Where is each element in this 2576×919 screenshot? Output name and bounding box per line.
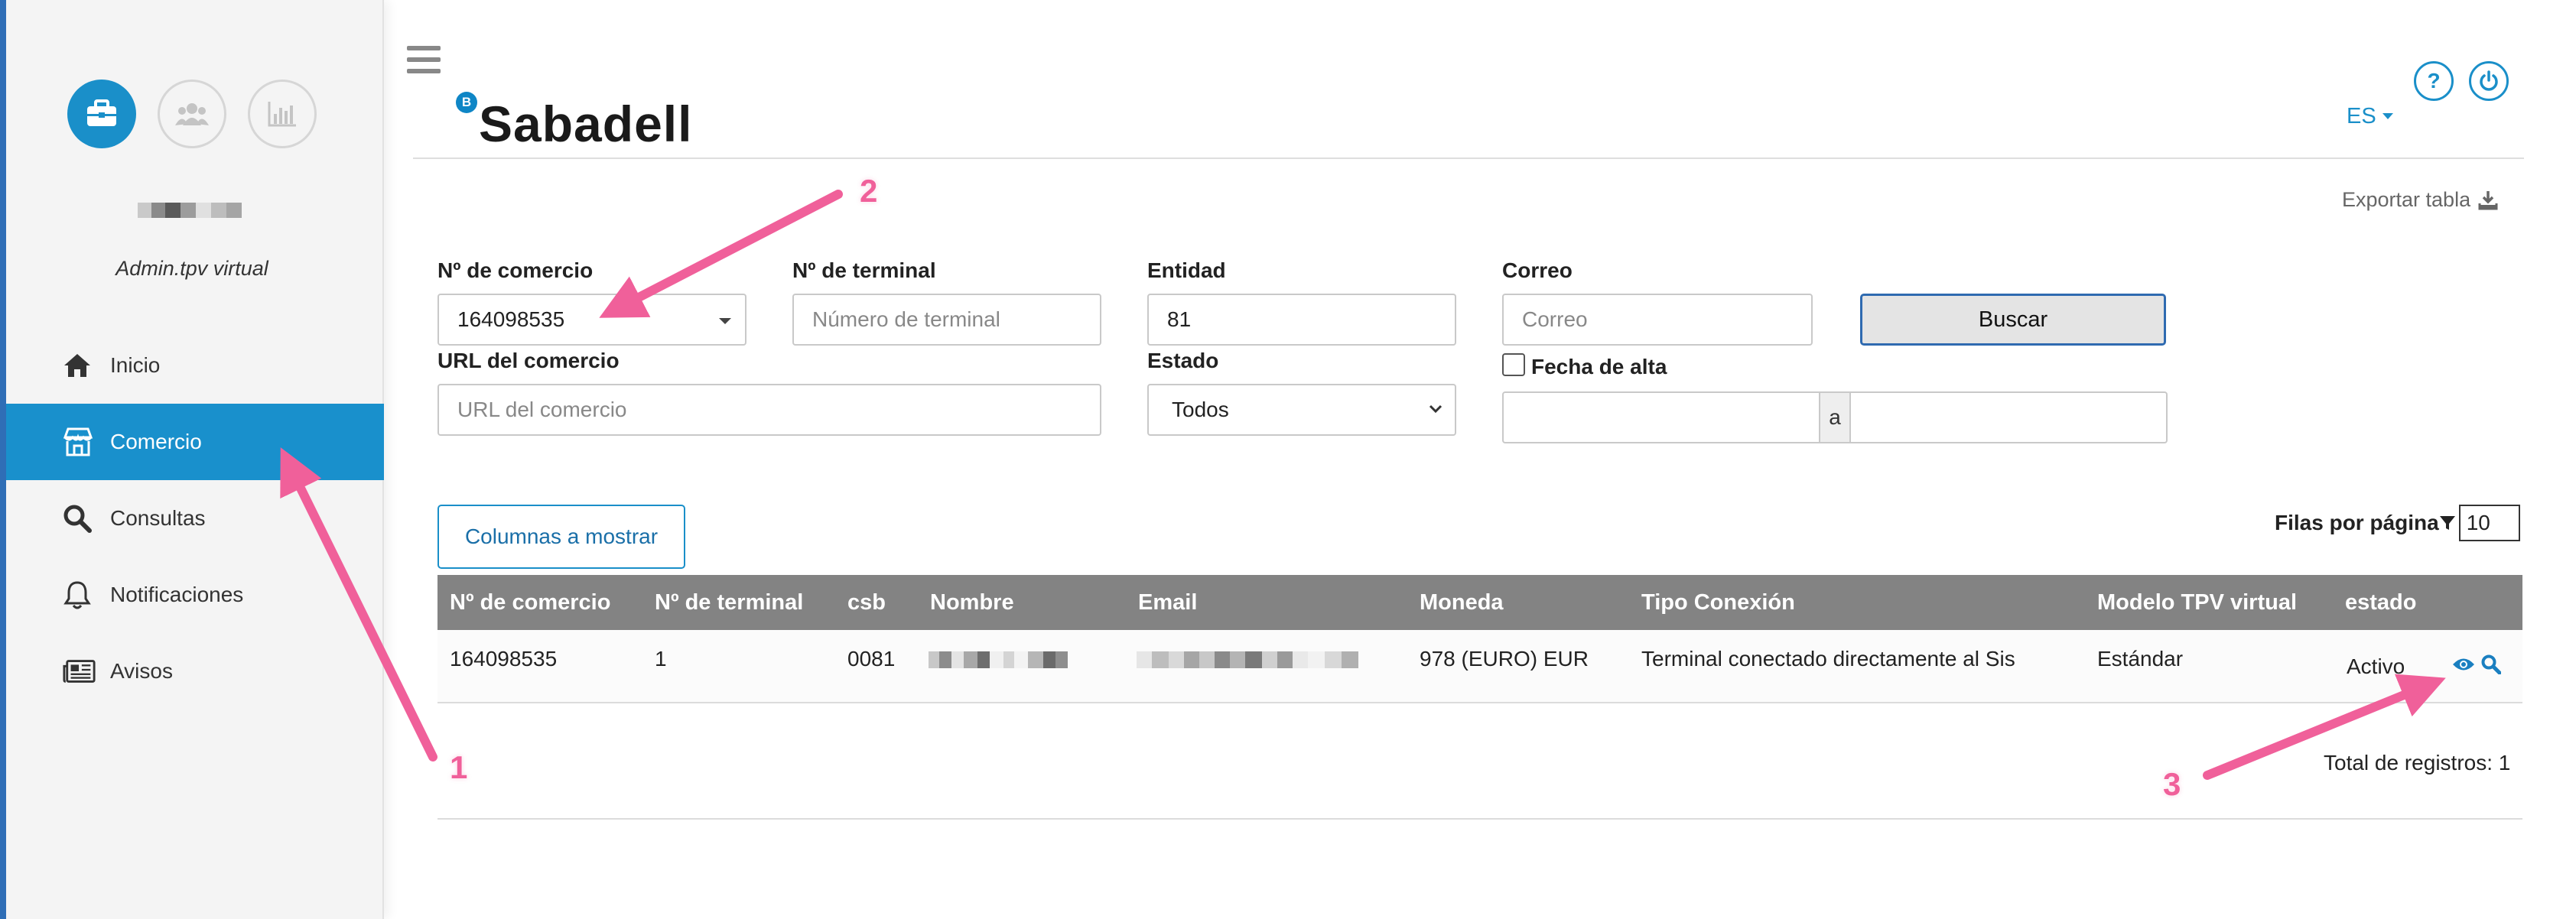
sidebar-item-label: Consultas: [110, 506, 206, 530]
search-icon: [63, 502, 96, 535]
cell-tipo-conexion: Terminal conectado directamente al Sis: [1641, 647, 2015, 671]
eye-icon[interactable]: [2452, 656, 2475, 673]
estado-value: Todos: [1172, 398, 1229, 421]
sidebar-item-avisos[interactable]: Avisos: [6, 633, 384, 710]
cell-moneda: 978 (EURO) EUR: [1420, 647, 1589, 671]
logo-badge: B: [456, 92, 477, 113]
caret-down-icon: [2382, 112, 2393, 119]
annotation-label-3: 3: [2162, 765, 2181, 803]
sidebar-item-comercio[interactable]: Comercio: [6, 404, 384, 480]
column-header[interactable]: Nº de terminal: [655, 575, 803, 630]
annotation-arrow-2: [599, 190, 843, 318]
table-bottom-divider: [437, 818, 2522, 820]
sidebar-item-label: Inicio: [110, 353, 161, 377]
sidebar-item-label: Comercio: [110, 430, 202, 453]
terminal-label: Nº de terminal: [792, 258, 936, 282]
total-records: Total de registros: 1: [2324, 751, 2511, 774]
bell-icon: [63, 578, 96, 612]
search-icon[interactable]: [2481, 654, 2501, 674]
entidad-input[interactable]: 81: [1147, 294, 1456, 346]
sidebar-item-label: Notificaciones: [110, 583, 244, 606]
comercio-value: 164098535: [457, 307, 565, 331]
filter-icon[interactable]: [2439, 515, 2456, 531]
export-table-link[interactable]: Exportar tabla: [2342, 188, 2498, 212]
estado-label: Estado: [1147, 349, 1219, 372]
buscar-button[interactable]: Buscar: [1860, 294, 2166, 346]
briefcase-icon[interactable]: [67, 80, 136, 148]
date-range-separator: a: [1819, 393, 1851, 442]
fecha-desde-input[interactable]: [1504, 393, 1819, 442]
annotation-label-2: 2: [859, 172, 878, 209]
sidebar-item-label: Avisos: [110, 659, 173, 683]
sidebar-item-consultas[interactable]: Consultas: [6, 480, 384, 557]
chevron-down-icon: [1429, 404, 1442, 414]
table-row[interactable]: 164098535 1 0081 978 (EURO) EUR Terminal…: [437, 630, 2522, 703]
caret-down-icon: [719, 318, 731, 324]
cell-terminal: 1: [655, 647, 667, 671]
columnas-button[interactable]: Columnas a mostrar: [437, 505, 685, 569]
annotation-label-1: 1: [449, 749, 468, 786]
column-header[interactable]: Moneda: [1420, 575, 1504, 630]
cell-estado: Activo: [2347, 654, 2405, 678]
sidebar-top-icons: [67, 80, 317, 148]
estado-select[interactable]: Todos: [1147, 384, 1456, 436]
cell-csb: 0081: [847, 647, 896, 671]
cell-comercio: 164098535: [450, 647, 558, 671]
comercio-select[interactable]: 164098535: [437, 294, 746, 346]
column-header[interactable]: Email: [1138, 575, 1197, 630]
fecha-hasta-input[interactable]: [1851, 393, 2166, 442]
logo-text: Sabadell: [479, 96, 693, 152]
store-icon: [63, 425, 96, 459]
rows-per-page-input[interactable]: 10: [2458, 505, 2520, 541]
column-header[interactable]: Nombre: [930, 575, 1014, 630]
rows-per-page: Filas por página 10: [2275, 505, 2520, 541]
sidebar-item-notificaciones[interactable]: Notificaciones: [6, 557, 384, 633]
annotation-arrows: [280, 190, 2446, 780]
download-icon: [2478, 190, 2498, 209]
url-input[interactable]: URL del comercio: [437, 384, 1101, 436]
fecha-alta-range: a: [1502, 391, 2168, 443]
table-header: Nº de comercio Nº de terminal csb Nombre…: [437, 575, 2522, 630]
newspaper-icon: [63, 654, 96, 688]
cell-email-redacted: [1137, 651, 1358, 668]
power-icon[interactable]: [2469, 61, 2509, 101]
column-header[interactable]: Nº de comercio: [450, 575, 610, 630]
column-header[interactable]: Tipo Conexión: [1641, 575, 1795, 630]
header-divider: [413, 157, 2524, 159]
correo-input[interactable]: Correo: [1502, 294, 1813, 346]
language-label: ES: [2347, 104, 2376, 128]
rows-per-page-label: Filas por página: [2275, 511, 2439, 534]
sidebar-item-inicio[interactable]: Inicio: [6, 327, 384, 404]
comercio-label: Nº de comercio: [437, 258, 594, 282]
column-header[interactable]: estado: [2345, 575, 2416, 630]
correo-label: Correo: [1502, 258, 1573, 282]
export-label: Exportar tabla: [2342, 188, 2471, 211]
home-icon: [63, 349, 96, 382]
bar-chart-icon[interactable]: [248, 80, 317, 148]
sidebar: Admin.tpv virtual Inicio Comercio Consul…: [0, 0, 384, 919]
user-name-redacted: [138, 203, 242, 218]
terminal-input[interactable]: Número de terminal: [792, 294, 1101, 346]
fecha-alta-checkbox[interactable]: [1502, 353, 1525, 376]
language-selector[interactable]: ES: [2347, 104, 2393, 129]
help-button[interactable]: ?: [2414, 61, 2454, 101]
cell-nombre-redacted: [929, 651, 1068, 668]
column-header[interactable]: Modelo TPV virtual: [2097, 575, 2297, 630]
sidebar-nav: Inicio Comercio Consultas Notificaciones…: [6, 327, 384, 710]
users-icon[interactable]: [158, 80, 226, 148]
hamburger-menu-icon[interactable]: [407, 44, 441, 75]
user-role: Admin.tpv virtual: [115, 257, 268, 280]
cell-modelo: Estándar: [2097, 647, 2184, 671]
column-header[interactable]: csb: [847, 575, 886, 630]
url-label: URL del comercio: [437, 349, 620, 372]
sabadell-logo: B Sabadell: [456, 92, 692, 153]
fecha-alta-label: Fecha de alta: [1531, 355, 1667, 378]
row-actions: [2452, 654, 2501, 674]
entidad-label: Entidad: [1147, 258, 1226, 282]
